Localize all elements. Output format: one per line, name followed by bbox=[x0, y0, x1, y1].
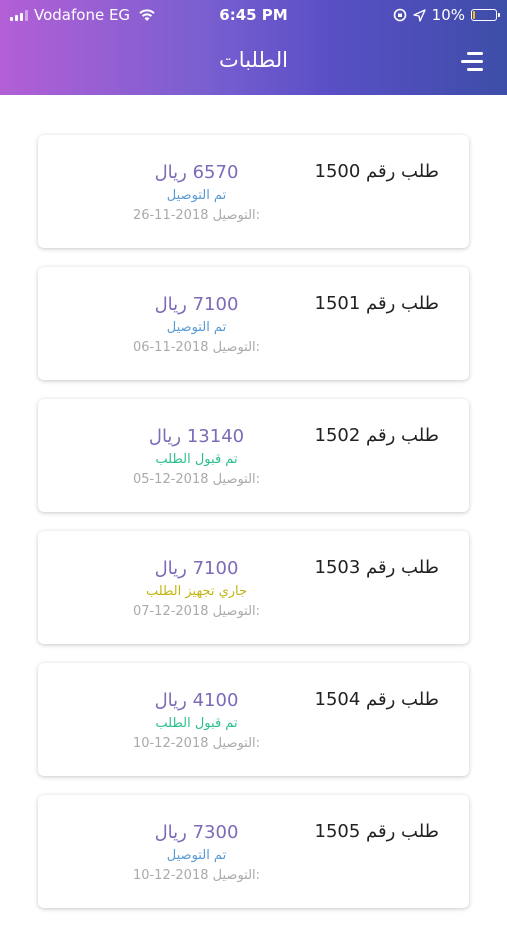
menu-button[interactable] bbox=[457, 52, 483, 72]
order-amount: 7300 ريال bbox=[154, 822, 239, 843]
delivery-date: 06-11-2018 bbox=[132, 340, 209, 355]
battery-icon bbox=[471, 9, 500, 21]
delivery-date: 07-12-2018 bbox=[132, 604, 209, 619]
order-card[interactable]: طلب رقم 1505 7300 ريال تم التوصيل 10-12-… bbox=[38, 795, 469, 908]
order-status: تم التوصيل bbox=[166, 848, 227, 863]
delivery-label: التوصيل: bbox=[212, 604, 261, 619]
page-title: الطلبات bbox=[219, 48, 288, 72]
delivery-label: التوصيل: bbox=[212, 208, 261, 223]
order-status: جاري تجهيز الطلب bbox=[145, 584, 248, 599]
order-card[interactable]: طلب رقم 1500 6570 ريال تم التوصيل 26-11-… bbox=[38, 135, 469, 248]
delivery-label: التوصيل: bbox=[212, 736, 261, 751]
location-arrow-icon bbox=[412, 8, 426, 22]
delivery-date: 10-12-2018 bbox=[132, 736, 209, 751]
menu-icon bbox=[467, 52, 483, 55]
delivery-label: التوصيل: bbox=[212, 340, 261, 355]
order-amount: 7100 ريال bbox=[154, 294, 239, 315]
order-status: تم قبول الطلب bbox=[155, 716, 238, 731]
status-right: 10% bbox=[393, 6, 500, 24]
delivery-label: التوصيل: bbox=[212, 472, 261, 487]
order-amount: 6570 ريال bbox=[154, 162, 239, 183]
order-amount: 4100 ريال bbox=[154, 690, 239, 711]
battery-percent: 10% bbox=[431, 6, 465, 24]
delivery-date: 05-12-2018 bbox=[132, 472, 209, 487]
order-card[interactable]: طلب رقم 1502 13140 ريال تم قبول الطلب 05… bbox=[38, 399, 469, 512]
delivery-info: 26-11-2018 التوصيل: bbox=[38, 208, 355, 223]
order-card[interactable]: طلب رقم 1504 4100 ريال تم قبول الطلب 10-… bbox=[38, 663, 469, 776]
order-status: تم التوصيل bbox=[166, 320, 227, 335]
delivery-info: 10-12-2018 التوصيل: bbox=[38, 736, 355, 751]
order-card[interactable]: طلب رقم 1503 7100 ريال جاري تجهيز الطلب … bbox=[38, 531, 469, 644]
order-amount: 13140 ريال bbox=[148, 426, 245, 447]
delivery-date: 26-11-2018 bbox=[132, 208, 209, 223]
delivery-info: 07-12-2018 التوصيل: bbox=[38, 604, 355, 619]
delivery-date: 10-12-2018 bbox=[132, 868, 209, 883]
delivery-info: 05-12-2018 التوصيل: bbox=[38, 472, 355, 487]
status-bar: Vodafone EG 6:45 PM 10% bbox=[0, 0, 507, 32]
order-status: تم التوصيل bbox=[166, 188, 227, 203]
orders-list: طلب رقم 1500 6570 ريال تم التوصيل 26-11-… bbox=[38, 135, 469, 927]
delivery-label: التوصيل: bbox=[212, 868, 261, 883]
app-header: Vodafone EG 6:45 PM 10% الطلبات bbox=[0, 0, 507, 95]
order-status: تم قبول الطلب bbox=[155, 452, 238, 467]
orientation-lock-icon bbox=[393, 8, 406, 22]
order-amount: 7100 ريال bbox=[154, 558, 239, 579]
delivery-info: 06-11-2018 التوصيل: bbox=[38, 340, 355, 355]
delivery-info: 10-12-2018 التوصيل: bbox=[38, 868, 355, 883]
order-card[interactable]: طلب رقم 1501 7100 ريال تم التوصيل 06-11-… bbox=[38, 267, 469, 380]
